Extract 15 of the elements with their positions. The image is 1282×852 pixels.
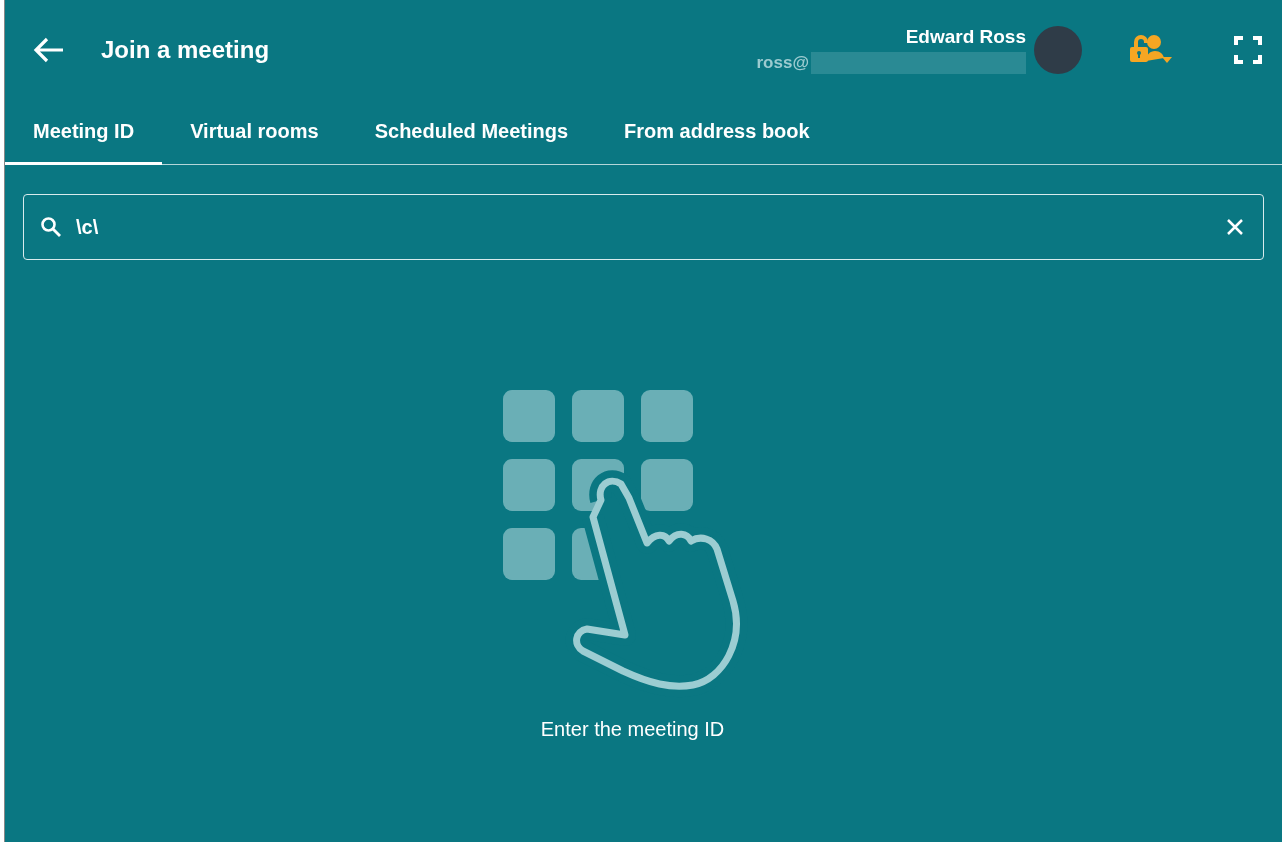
page-title: Join a meeting (101, 36, 270, 64)
tab[interactable]: Meeting ID (5, 100, 163, 165)
empty-state-message: Enter the meeting ID (540, 718, 725, 741)
fullscreen-icon[interactable] (1234, 36, 1262, 64)
user-name: Edward Ross (905, 26, 1026, 48)
search-icon (40, 216, 62, 238)
back-arrow-icon (33, 36, 65, 64)
user-email: ross@ (756, 53, 809, 73)
search-field[interactable]: \c\ (74, 214, 1213, 240)
tab[interactable]: From address book (596, 100, 838, 165)
tab[interactable]: Virtual rooms (162, 100, 347, 165)
clear-icon[interactable] (1225, 217, 1245, 237)
search-bar[interactable]: \c\ (23, 194, 1264, 260)
back-button[interactable] (33, 36, 65, 64)
tab[interactable]: Scheduled Meetings (346, 100, 597, 165)
